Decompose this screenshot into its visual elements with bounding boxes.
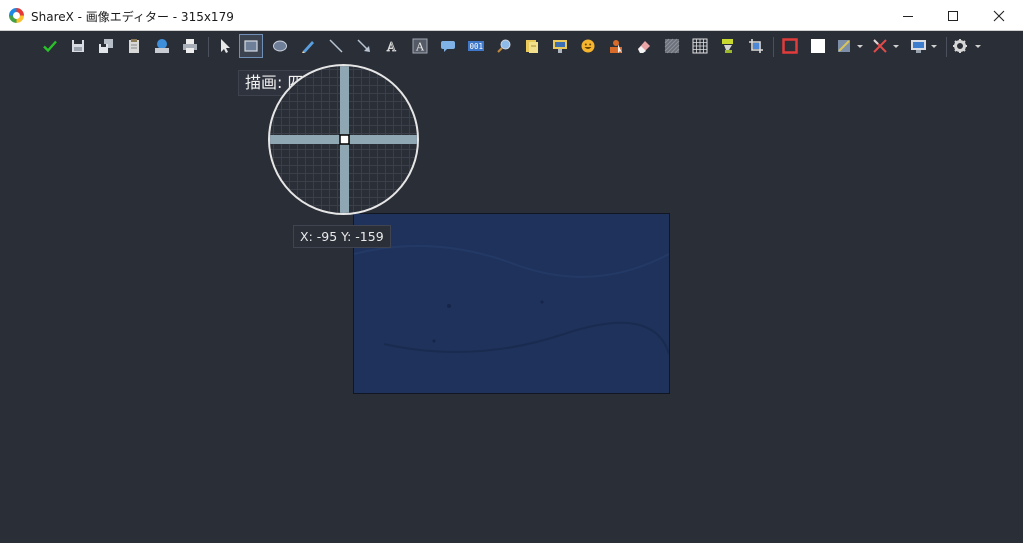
save-as-button[interactable]: [94, 34, 118, 58]
image-insert-icon: [553, 40, 567, 53]
fill-color-icon: [811, 39, 825, 53]
checkmark-icon: [43, 40, 57, 53]
edit-menu-button[interactable]: [870, 34, 904, 58]
magnifier-icon: [497, 39, 511, 53]
close-icon: [993, 10, 1005, 21]
mouse-cursor-icon: [610, 40, 622, 53]
image-texture: [354, 245, 669, 355]
clipboard-icon: [129, 39, 139, 53]
arrow-tool[interactable]: [352, 34, 376, 58]
text-outline-tool[interactable]: A: [380, 34, 404, 58]
window-title: ShareX - 画像エディター - 315x179: [31, 10, 234, 24]
close-button[interactable]: [976, 0, 1022, 31]
text-background-icon: A: [412, 38, 428, 54]
sticker-icon: [526, 40, 538, 53]
editor-toolbar: A A 001: [0, 31, 1023, 63]
border-color-button[interactable]: [778, 34, 802, 58]
line-icon: [329, 39, 343, 53]
title-bar: ShareX - 画像エディター - 315x179: [0, 0, 1023, 31]
print-icon: [183, 39, 197, 53]
svg-text:A: A: [386, 40, 396, 54]
select-tool[interactable]: [212, 34, 236, 58]
shadow-icon: [838, 40, 863, 52]
speech-balloon-tool[interactable]: [436, 34, 460, 58]
confirm-button[interactable]: [38, 34, 62, 58]
image-tool[interactable]: [548, 34, 572, 58]
toolbar-separator: [773, 37, 774, 57]
magnify-tool[interactable]: [492, 34, 516, 58]
image-menu-button[interactable]: [908, 34, 942, 58]
copy-button[interactable]: [122, 34, 146, 58]
rectangle-tool[interactable]: [239, 34, 263, 58]
blur-tool[interactable]: [660, 34, 684, 58]
ellipse-icon: [273, 40, 287, 52]
toolbar-separator: [946, 37, 947, 57]
arrow-icon: [357, 39, 370, 52]
highlighter-icon: [722, 39, 733, 53]
maximize-icon: [948, 10, 958, 21]
cursor-tool[interactable]: [604, 34, 628, 58]
svg-text:A: A: [415, 41, 425, 54]
freehand-tool[interactable]: [296, 34, 320, 58]
cursor-arrow-icon: [221, 39, 230, 53]
highlight-tool[interactable]: [716, 34, 740, 58]
step-tool[interactable]: 001: [464, 34, 488, 58]
svg-text:001: 001: [470, 42, 484, 51]
ellipse-tool[interactable]: [268, 34, 292, 58]
pencil-icon: [302, 41, 314, 53]
minimize-icon: [903, 15, 913, 17]
crop-icon: [749, 39, 763, 53]
upload-icon: [155, 39, 169, 53]
sticker-tool[interactable]: [520, 34, 544, 58]
save-as-icon: [99, 39, 113, 53]
step-counter-icon: 001: [468, 41, 484, 51]
tools-icon: [873, 39, 899, 53]
cursor-coordinates: X: -95 Y: -159: [293, 225, 391, 248]
blur-icon: [664, 38, 680, 54]
emoji-tool[interactable]: [576, 34, 600, 58]
toolbar-separator: [208, 37, 209, 57]
print-button[interactable]: [178, 34, 202, 58]
eraser-tool[interactable]: [632, 34, 656, 58]
magnifier-loupe: [268, 64, 419, 215]
crop-tool[interactable]: [744, 34, 768, 58]
text-background-tool[interactable]: A: [408, 34, 432, 58]
minimize-button[interactable]: [885, 0, 931, 31]
shadow-menu-button[interactable]: [834, 34, 868, 58]
maximize-button[interactable]: [930, 0, 976, 31]
eraser-icon: [638, 41, 650, 53]
sharex-logo-icon: [9, 8, 24, 23]
canvas-image[interactable]: [353, 213, 670, 394]
line-tool[interactable]: [324, 34, 348, 58]
save-icon: [72, 40, 84, 52]
upload-button[interactable]: [150, 34, 174, 58]
crosshair: [270, 66, 417, 213]
text-outline-icon: A: [386, 40, 397, 54]
options-menu-button[interactable]: [950, 34, 984, 58]
rectangle-icon: [244, 40, 258, 52]
fill-color-button[interactable]: [806, 34, 830, 58]
gear-icon: [953, 39, 981, 53]
pixelate-tool[interactable]: [688, 34, 712, 58]
image-menu-icon: [911, 40, 937, 53]
pixelate-icon: [692, 38, 708, 54]
speech-balloon-icon: [441, 41, 455, 52]
save-button[interactable]: [66, 34, 90, 58]
border-color-icon: [782, 38, 798, 54]
emoji-icon: [581, 39, 595, 53]
